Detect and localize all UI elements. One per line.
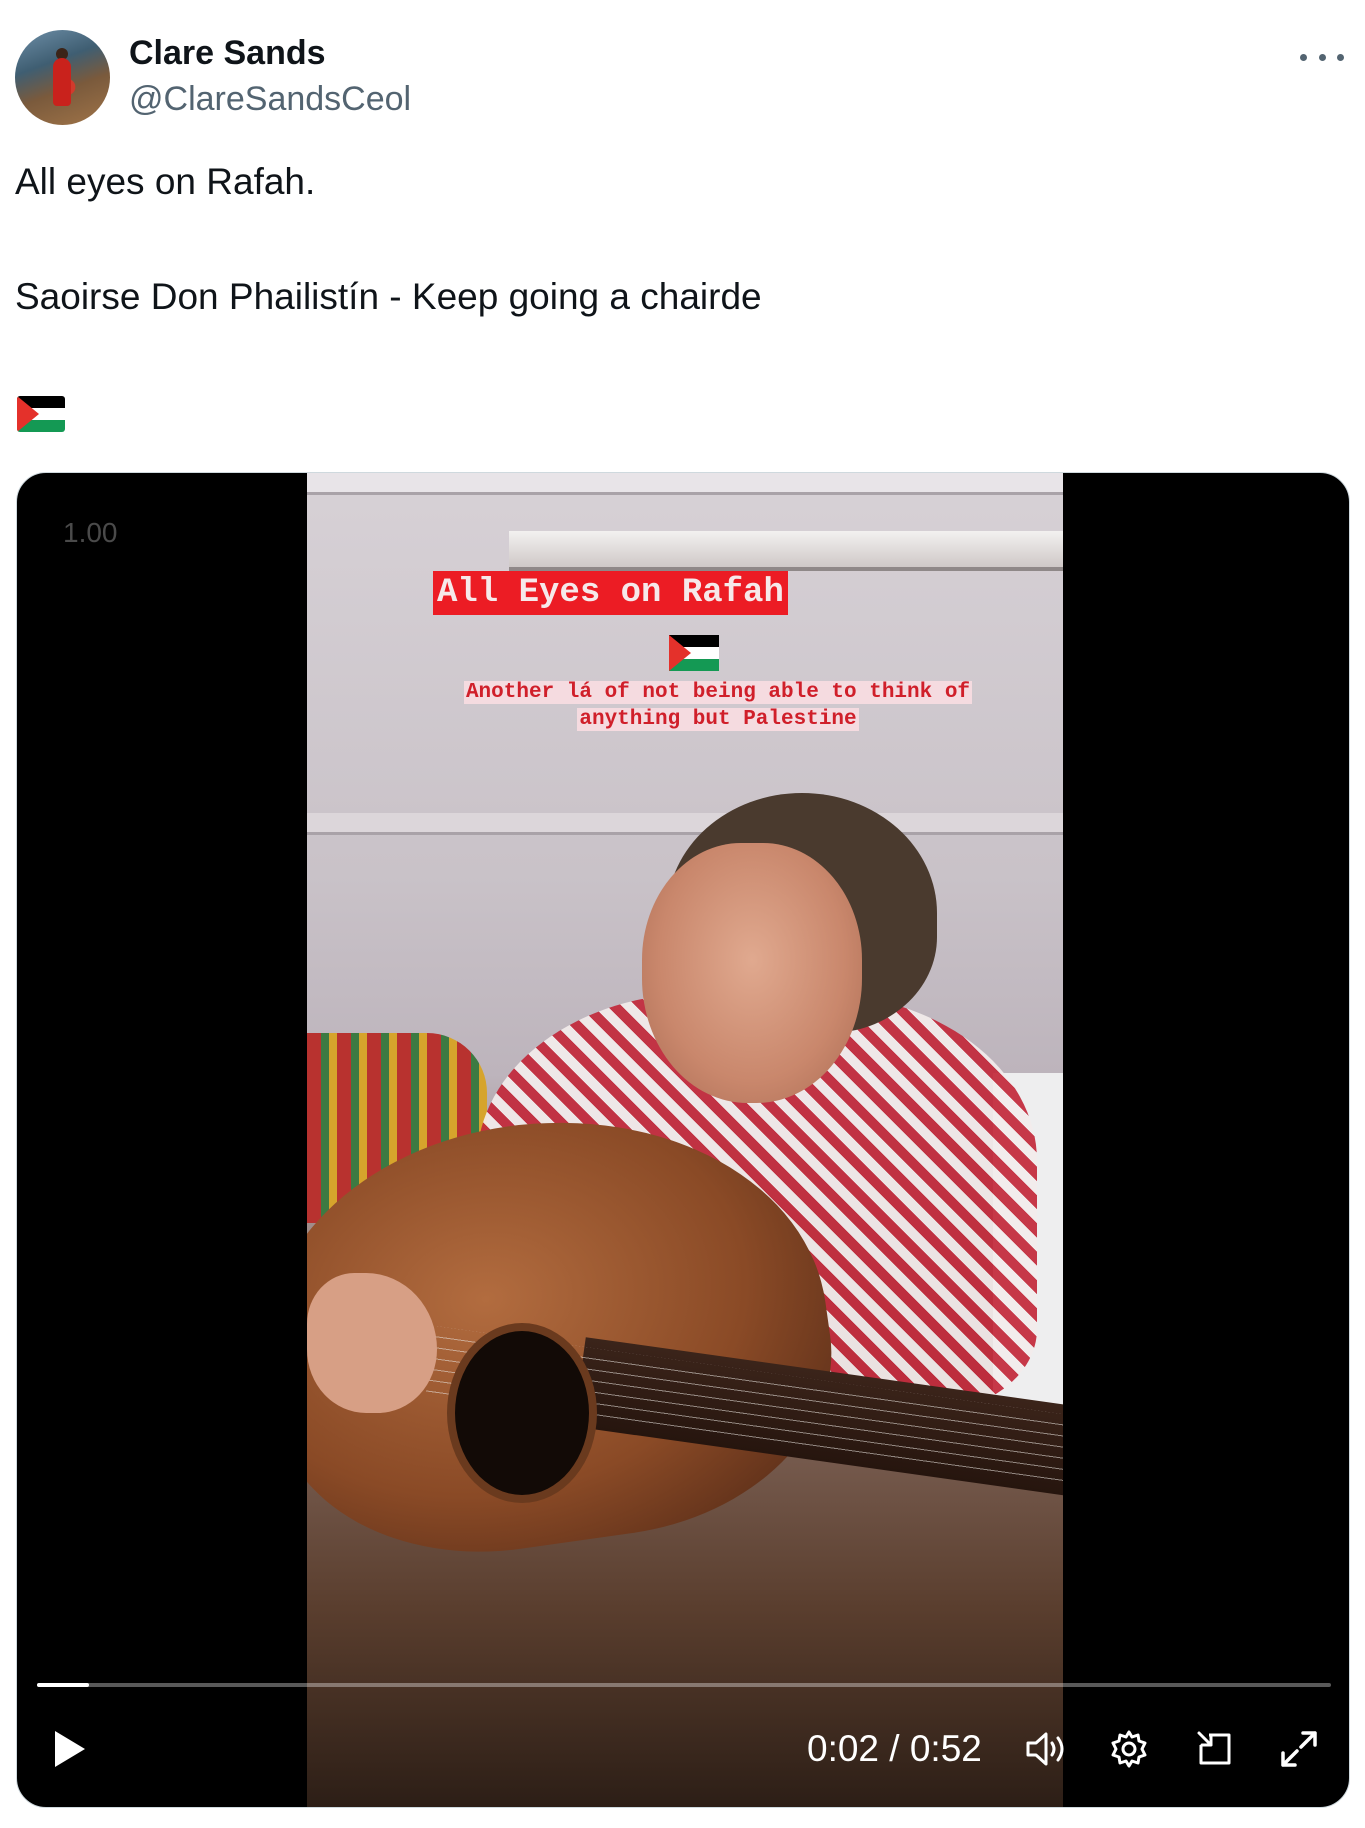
progress-fill	[37, 1683, 89, 1687]
picture-in-picture-icon	[1197, 1731, 1231, 1765]
progress-bar[interactable]	[37, 1683, 1331, 1687]
guitar-sound-hole	[447, 1323, 597, 1503]
volume-button[interactable]	[1017, 1721, 1077, 1777]
more-options-button[interactable]	[1300, 42, 1344, 72]
play-button[interactable]	[45, 1721, 95, 1777]
person-face	[642, 843, 862, 1103]
fullscreen-button[interactable]	[1269, 1721, 1329, 1777]
picture-in-picture-button[interactable]	[1185, 1721, 1245, 1777]
tweet-line-2: Saoirse Don Phailistín - Keep going a ch…	[15, 276, 762, 317]
more-horizontal-icon	[1300, 53, 1307, 61]
more-horizontal-icon-dot	[1337, 53, 1344, 61]
overlay-title: All Eyes on Rafah	[433, 571, 788, 615]
time-display: 0:02 / 0:52	[807, 1728, 982, 1769]
overlay-subtitle: Another lá of not being able to think of…	[423, 679, 1013, 733]
tweet-line-1: All eyes on Rafah.	[15, 161, 316, 202]
video-player[interactable]: 1.00 All Eyes on Rafah Another lá of not…	[16, 472, 1350, 1808]
ceiling-beam	[307, 813, 1063, 835]
ceiling-light	[509, 531, 1063, 571]
video-frame[interactable]: All Eyes on Rafah Another lá of not bein…	[307, 473, 1063, 1807]
ceiling	[307, 473, 1063, 495]
playback-speed-label: 1.00	[63, 517, 118, 548]
overlay-subtitle-line-1: Another lá of not being able to think of	[463, 681, 973, 704]
tweet-header: Clare Sands @ClareSandsCeol	[15, 28, 1350, 128]
palestine-flag-emoji	[17, 396, 65, 432]
avatar-figure	[53, 58, 71, 106]
fullscreen-icon	[1281, 1731, 1317, 1767]
more-horizontal-icon-dot	[1318, 53, 1326, 61]
overlay-subtitle-line-2: anything but Palestine	[577, 708, 859, 731]
author-handle[interactable]: @ClareSandsCeol	[129, 80, 411, 119]
avatar[interactable]	[15, 30, 110, 125]
author-name[interactable]: Clare Sands	[129, 34, 326, 73]
play-icon	[55, 1731, 85, 1767]
gear-icon	[1111, 1730, 1147, 1768]
overlay-flag-icon	[669, 635, 719, 671]
settings-button[interactable]	[1099, 1721, 1159, 1777]
volume-icon	[1026, 1732, 1064, 1766]
